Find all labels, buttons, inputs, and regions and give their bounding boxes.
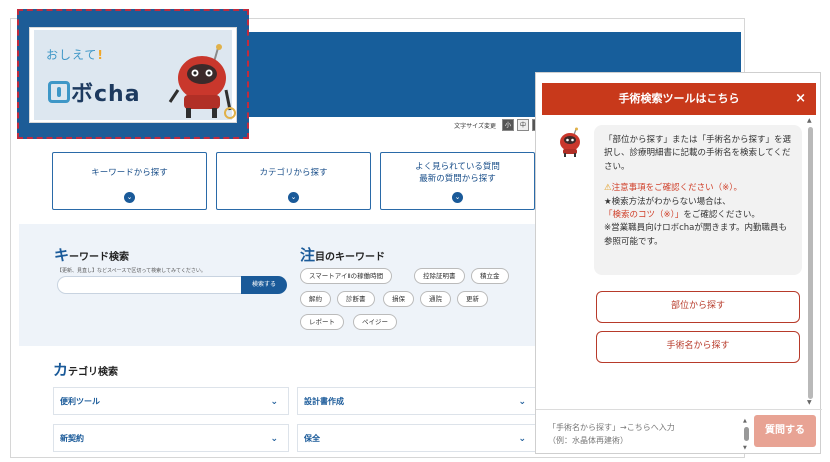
title-accent: カ <box>53 361 69 379</box>
title-accent: キ <box>54 246 70 264</box>
attention-keywords-title: 注目のキーワード <box>300 244 385 265</box>
divider <box>536 409 822 410</box>
keyword-tag[interactable]: ペイジー <box>353 314 397 330</box>
send-question-button[interactable]: 質問する <box>754 415 816 447</box>
nav-card-label: よく見られている質問 最新の質問から探す <box>415 162 500 184</box>
logo-wordmark: ボcha <box>48 76 141 108</box>
search-tips-link[interactable]: 「検索のコツ（※）」 <box>604 210 683 220</box>
keyword-tag[interactable]: 控除証明書 <box>414 268 465 284</box>
category-label: 保全 <box>304 434 320 443</box>
category-row[interactable]: 設計書作成 ⌄ <box>297 387 537 415</box>
title-accent: 注 <box>300 246 316 264</box>
keyword-tag[interactable]: 通院 <box>420 291 451 307</box>
chevron-down-icon: ⌄ <box>124 192 135 203</box>
chevron-down-icon: ⌄ <box>518 397 526 407</box>
question-input[interactable]: 「手術名から探す」→こちらへ入力 （例：水晶体再建術） <box>548 421 738 451</box>
robocha-logo-card: おしえて! ボcha <box>17 9 249 139</box>
message-help: ★検索方法がわからない場合は、 <box>604 196 731 207</box>
category-label: 便利ツール <box>60 397 100 406</box>
nav-card-label: キーワードから探す <box>91 168 168 178</box>
search-by-surgery-name-button[interactable]: 手術名から探す <box>596 331 800 363</box>
nav-card-faq[interactable]: よく見られている質問 最新の質問から探す ⌄ <box>380 152 535 210</box>
logo-background: おしえて! ボcha <box>34 30 236 120</box>
tips-suffix: をご確認ください。 <box>683 210 760 221</box>
keyword-tag[interactable]: 更新 <box>457 291 488 307</box>
font-size-small-button[interactable]: 小 <box>502 119 514 131</box>
chevron-down-icon: ⌄ <box>518 434 526 444</box>
category-label: 新契約 <box>60 434 84 443</box>
logo-tagline-mark: ! <box>97 48 104 62</box>
message-warning: ⚠注意事項をご確認ください（※）。 <box>604 182 792 195</box>
chevron-down-icon: ⌄ <box>452 192 463 203</box>
message-note: ※営業職員向けロボchaが開きます。内勤職員も参照可能です。 <box>604 223 788 247</box>
keyword-tag[interactable]: 積立金 <box>471 268 509 284</box>
chat-header: 手術検索ツールはこちら × <box>542 83 816 115</box>
scroll-thumb[interactable] <box>808 127 813 399</box>
scroll-up-icon[interactable]: ▲ <box>743 418 747 424</box>
keyword-tag[interactable]: 解約 <box>300 291 331 307</box>
nav-card-label: カテゴリから探す <box>259 168 328 178</box>
close-icon[interactable]: × <box>795 83 806 115</box>
logo-tagline: おしえて! <box>46 46 104 63</box>
search-by-body-part-button[interactable]: 部位から探す <box>596 291 800 323</box>
robot-mascot-icon <box>168 44 236 119</box>
chevron-down-icon: ⌄ <box>270 434 278 444</box>
chat-widget: 手術検索ツールはこちら × 「部位から探す」または「手術名から探す」を選択し、診… <box>535 72 822 454</box>
logo-wordmark-text: ボcha <box>71 82 141 107</box>
title-text: テゴリ検索 <box>68 367 119 378</box>
chat-scrollbar[interactable]: ▲ ▼ <box>807 117 814 406</box>
category-label: 設計書作成 <box>304 397 344 406</box>
keyword-tag[interactable]: スマートアイⅡの稼働時間 <box>300 268 393 284</box>
nav-card-category[interactable]: カテゴリから探す ⌄ <box>216 152 371 210</box>
keyword-search-input[interactable] <box>57 276 245 294</box>
font-size-label: 文字サイズ変更 <box>454 122 496 130</box>
category-row[interactable]: 保全 ⌄ <box>297 424 537 452</box>
message-tips: 「検索のコツ（※）」をご確認ください。 <box>604 209 792 222</box>
warning-icon: ⚠ <box>604 183 612 194</box>
keyword-search-title: キーワード検索 <box>54 244 129 265</box>
scroll-down-icon[interactable]: ▼ <box>807 399 812 406</box>
nav-card-keyword[interactable]: キーワードから探す ⌄ <box>52 152 207 210</box>
keyword-search-hint: 【更新、見直し】などスペースで区切って検索してみてください。 <box>57 268 206 274</box>
category-row[interactable]: 便利ツール ⌄ <box>53 387 289 415</box>
chevron-down-icon: ⌄ <box>288 192 299 203</box>
scroll-down-icon[interactable]: ▼ <box>743 445 747 451</box>
robot-avatar-icon <box>560 127 580 157</box>
keyword-tag[interactable]: 診断書 <box>337 291 375 307</box>
font-size-medium-button[interactable]: 中 <box>517 119 529 131</box>
screenshot-canvas: 文字サイズ変更 小 中 大 キーワードから探す ⌄ カテゴリから探す ⌄ よく見… <box>0 0 830 462</box>
scroll-thumb[interactable] <box>744 427 749 441</box>
message-instruction: 「部位から探す」または「手術名から探す」を選択し、診療明細書に記載の手術名を検索… <box>604 135 792 172</box>
title-text: ーワード検索 <box>69 252 130 263</box>
logo-tagline-text: おしえて <box>46 48 98 62</box>
logo-ro-mark <box>48 81 70 103</box>
title-text: 目のキーワード <box>315 252 386 263</box>
chat-header-title: 手術検索ツールはこちら <box>618 92 740 105</box>
font-size-switcher: 文字サイズ変更 小 中 大 <box>454 119 544 131</box>
chevron-down-icon: ⌄ <box>270 397 278 407</box>
warning-text: 注意事項をご確認ください（※）。 <box>611 183 742 194</box>
logo-frame: おしえて! ボcha <box>29 27 237 123</box>
bot-message-bubble: 「部位から探す」または「手術名から探す」を選択し、診療明細書に記載の手術名を検索… <box>594 125 802 275</box>
input-scrollbar[interactable]: ▲ ▼ <box>743 418 750 452</box>
category-search-title: カテゴリ検索 <box>53 359 118 380</box>
scroll-up-icon[interactable]: ▲ <box>807 117 812 124</box>
keyword-tag[interactable]: レポート <box>300 314 344 330</box>
category-row[interactable]: 新契約 ⌄ <box>53 424 289 452</box>
keyword-tag[interactable]: 損保 <box>383 291 414 307</box>
keyword-search-button[interactable]: 検索する <box>241 276 287 294</box>
